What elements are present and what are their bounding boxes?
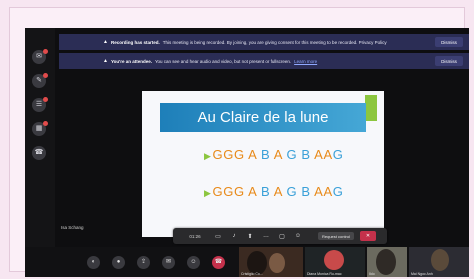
people-icon[interactable]: ☺ — [187, 256, 200, 269]
participant-name: Mai Ngoc Anh — [411, 272, 433, 276]
note-group: AA — [314, 147, 333, 162]
participant-video — [431, 249, 449, 271]
note-group: A — [273, 147, 287, 162]
recording-banner: ▲ Recording has started. This meeting is… — [59, 34, 469, 50]
participant-tile[interactable]: Diana Monica Ru-mac — [305, 247, 365, 277]
note-group: A — [248, 184, 261, 199]
calendar-icon[interactable]: ▦ — [32, 121, 48, 136]
note-group: B — [301, 147, 315, 162]
teams-meeting-window: ✉ ✎ ☰ ▦ ☎ ▲ Recording has started. This … — [25, 28, 469, 277]
screenshot-frame: ✉ ✎ ☰ ▦ ☎ ▲ Recording has started. This … — [9, 7, 469, 277]
attendee-banner: ▲ You're an attendee. You can see and he… — [59, 53, 469, 69]
learn-more-link[interactable]: Learn more — [294, 59, 317, 64]
teams-icon[interactable]: ☰ — [32, 97, 48, 112]
note-group: G — [286, 184, 302, 199]
attendee-title: You're an attendee. — [110, 58, 152, 64]
call-bar: ◐ ● ⇪ ✉ ☺ ☎ Cristiglio Co... Diana Monic… — [25, 247, 469, 277]
shared-slide: Au Claire de la lune ▶GGG A B A G B AAG … — [142, 91, 384, 237]
stop-sharing-button[interactable]: ✕ — [360, 231, 376, 241]
participant-tile[interactable]: Cristiglio Co... — [239, 247, 303, 277]
slide-accent-bar — [365, 95, 377, 121]
chat-icon[interactable]: ✉ — [162, 256, 175, 269]
participant-video — [269, 253, 285, 273]
calls-icon[interactable]: ☎ — [32, 146, 46, 160]
note-group: G — [332, 147, 344, 162]
note-group: GGG — [212, 147, 249, 162]
dismiss-attendee-button[interactable]: Dismiss — [435, 56, 463, 66]
camera-icon[interactable]: ▭ — [213, 228, 223, 244]
people-icon[interactable]: ☺ — [293, 228, 303, 244]
notes-line-2: ▶GGG A B A G B AAG — [204, 184, 343, 199]
camera-icon[interactable]: ◐ — [87, 256, 100, 269]
participant-name: Diana Monica Ru-mac — [307, 272, 342, 276]
mic-icon[interactable]: ● — [112, 256, 125, 269]
note-group: AA — [314, 184, 333, 199]
call-timer: 01:26 — [189, 233, 201, 239]
participant-name: Ildo — [369, 272, 375, 276]
participant-name: Cristiglio Co... — [241, 272, 263, 276]
app-sidebar: ✉ ✎ ☰ ▦ ☎ — [25, 28, 55, 277]
request-control-button[interactable]: Request control — [318, 232, 354, 240]
play-arrow-icon: ▶ — [204, 188, 212, 198]
play-arrow-icon: ▶ — [204, 151, 212, 161]
note-group: B — [260, 184, 274, 199]
note-group: A — [248, 147, 261, 162]
share-icon[interactable]: ⇪ — [137, 256, 150, 269]
participant-video — [376, 249, 396, 275]
alert-icon: ▲ — [103, 58, 108, 64]
chat-icon[interactable]: ▢ — [277, 228, 287, 244]
participant-tile[interactable]: Ildo — [367, 247, 407, 277]
dismiss-recording-button[interactable]: Dismiss — [435, 37, 463, 47]
note-group: B — [301, 184, 315, 199]
note-group: G — [332, 184, 344, 199]
note-group: B — [260, 147, 274, 162]
chat-icon[interactable]: ✎ — [32, 73, 48, 88]
participant-tile[interactable]: Mai Ngoc Anh — [409, 247, 469, 277]
attendee-text: You can see and hear audio and video, bu… — [154, 58, 292, 64]
note-group: GGG — [212, 184, 249, 199]
note-group: G — [286, 147, 302, 162]
activity-icon[interactable]: ✉ — [32, 49, 48, 64]
sharing-toolbar: 01:26 ▭ ♪ ⬆ … ▢ ☺ Request control ✕ — [173, 228, 387, 244]
alert-icon: ▲ — [103, 39, 108, 45]
avatar — [324, 250, 344, 270]
more-icon[interactable]: … — [261, 228, 271, 244]
notes-line-1: ▶GGG A B A G B AAG — [204, 147, 343, 162]
hang-up-icon[interactable]: ☎ — [212, 256, 225, 269]
share-icon[interactable]: ⬆ — [245, 228, 255, 244]
slide-title: Au Claire de la lune — [160, 103, 366, 132]
recording-text: This meeting is being recorded. By joini… — [162, 39, 387, 45]
presenter-label: Isa Schang — [61, 225, 84, 230]
recording-title: Recording has started. — [110, 39, 160, 45]
note-group: A — [273, 184, 287, 199]
mic-icon[interactable]: ♪ — [229, 228, 239, 244]
